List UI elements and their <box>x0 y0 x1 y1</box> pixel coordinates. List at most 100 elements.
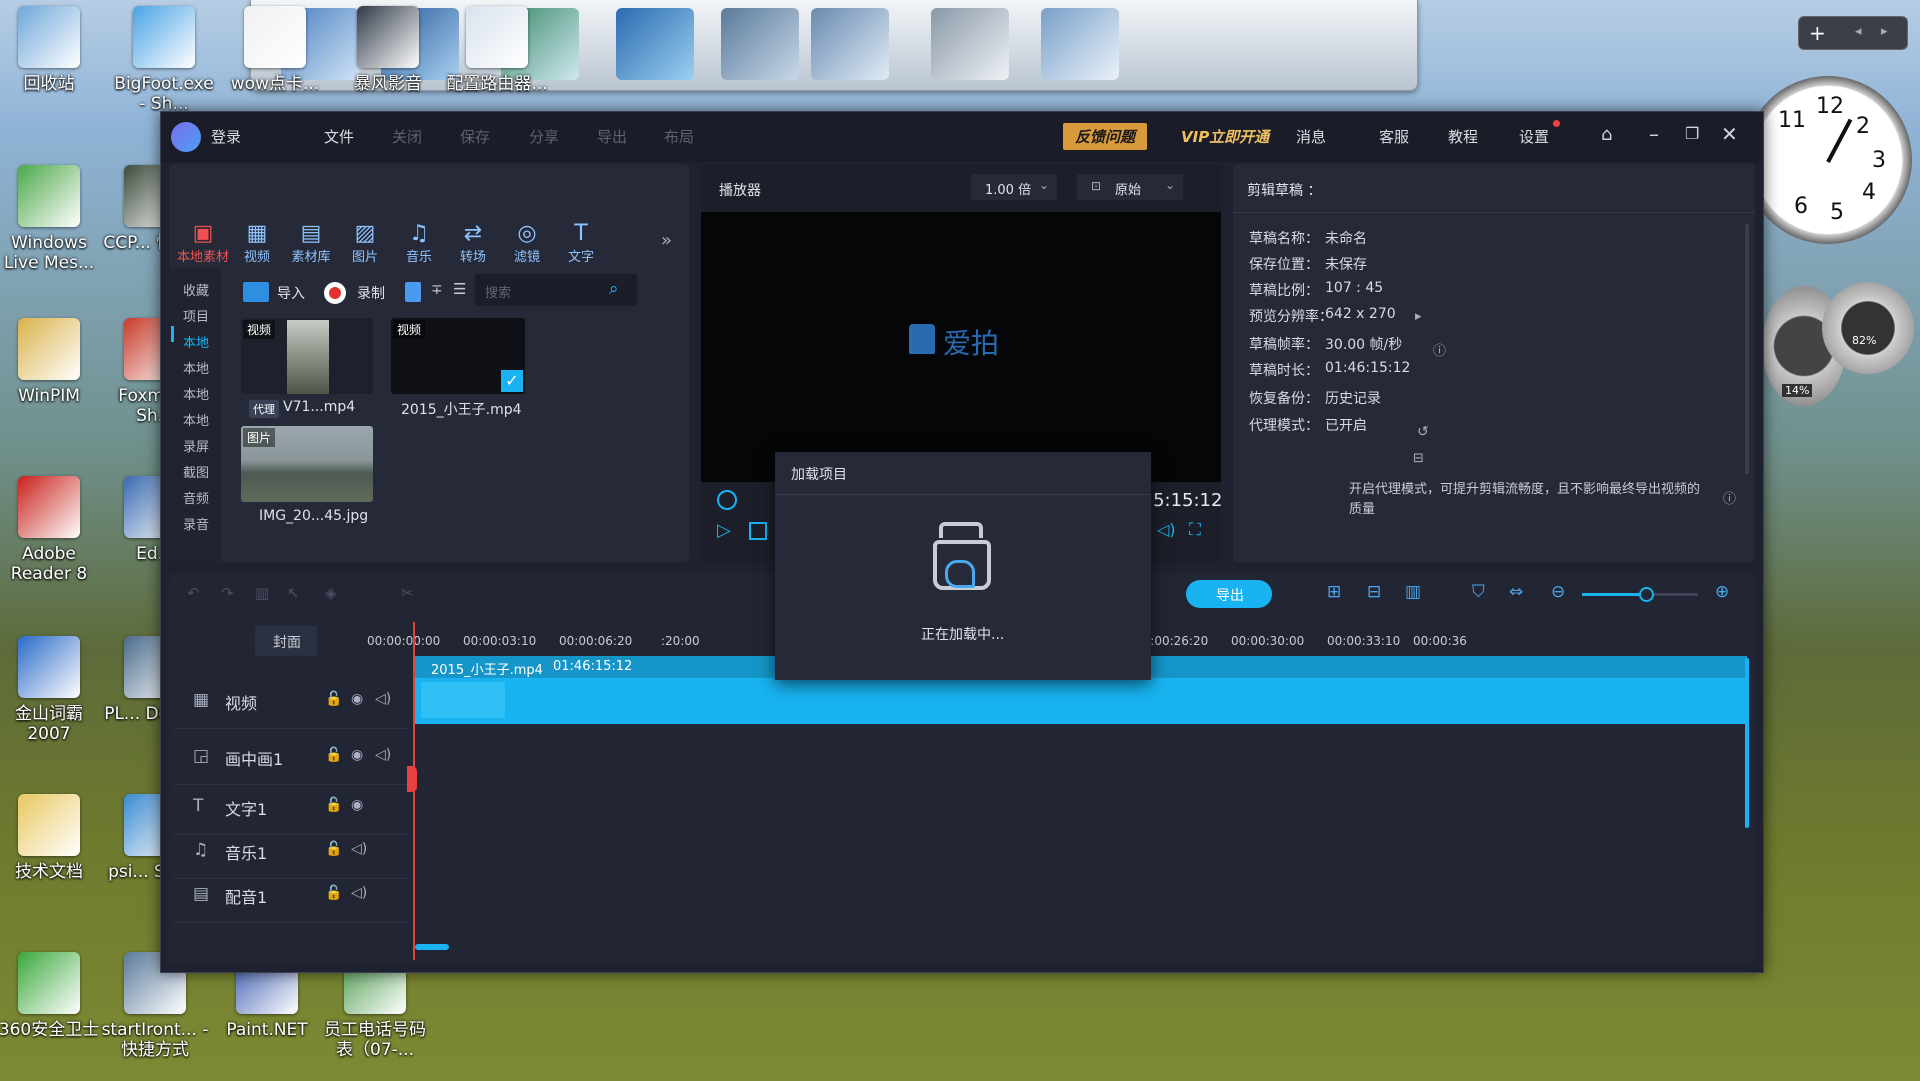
prev-gadget-icon[interactable]: ◂ <box>1855 24 1862 39</box>
desktop-shortcut[interactable]: WinPIM <box>0 318 104 406</box>
split-icon[interactable]: ✂ <box>401 584 414 602</box>
desktop-shortcut[interactable]: wow点卡... <box>220 6 330 94</box>
select-icon[interactable]: ↖ <box>287 584 300 602</box>
lock-icon[interactable]: 🔓 <box>325 841 342 857</box>
horizontal-scrollbar[interactable] <box>415 944 449 950</box>
marker-icon[interactable]: ◈ <box>325 584 337 602</box>
lock-icon[interactable]: 🔓 <box>325 797 342 813</box>
lock-icon[interactable]: 🔓 <box>325 691 342 707</box>
menu-close[interactable]: 关闭 <box>392 126 422 147</box>
desktop-shortcut[interactable]: 回收站 <box>0 6 104 94</box>
help-icon[interactable]: ⓘ <box>1723 488 1736 507</box>
desktop-shortcut[interactable]: 暴风影音 <box>333 6 443 94</box>
sort-icon[interactable]: ∓ <box>431 282 443 298</box>
tutorial-link[interactable]: 教程 <box>1448 126 1478 147</box>
proxy-settings-icon[interactable]: ⊟ <box>1413 451 1424 466</box>
add-gadget-icon[interactable]: + <box>1809 21 1826 45</box>
home-icon[interactable]: ⌂ <box>1601 124 1612 145</box>
sidebar-item[interactable]: 项目 <box>183 306 209 325</box>
sidebar-item[interactable]: 截图 <box>183 462 209 481</box>
restore-icon[interactable]: ❐ <box>1685 124 1699 143</box>
doc-view-icon[interactable] <box>405 282 421 302</box>
search-icon[interactable]: ⌕ <box>609 279 619 299</box>
speaker-icon[interactable]: ◁) <box>351 885 367 901</box>
menu-share[interactable]: 分享 <box>529 126 559 147</box>
filter-list-icon[interactable]: ☰ <box>453 280 466 298</box>
speaker-icon[interactable]: ◁) <box>351 841 367 857</box>
close-icon[interactable]: ✕ <box>1721 122 1738 146</box>
sidebar-item[interactable]: 本地 <box>183 384 209 403</box>
dock-control-panel-icon[interactable] <box>811 8 889 80</box>
record-icon[interactable] <box>324 282 346 304</box>
eye-icon[interactable]: ◉ <box>351 747 363 763</box>
search-box[interactable]: 搜索 ⌕ <box>475 274 637 306</box>
search-input[interactable]: 搜索 <box>485 282 511 301</box>
media-thumb-xiaowangzi[interactable]: 视频 ✓ <box>391 318 525 394</box>
zoom-out-icon[interactable]: ⊖ <box>1551 582 1565 602</box>
import-button[interactable]: 导入 <box>277 283 305 303</box>
sidebar-item[interactable]: 本地 <box>183 410 209 429</box>
cover-button[interactable]: 封面 <box>255 626 317 656</box>
desktop-shortcut[interactable]: BigFoot.exe - Sh... <box>109 6 219 115</box>
aspect-select[interactable]: ⊡ 原始 ⌄ <box>1077 174 1183 200</box>
volume-icon[interactable]: ◁) <box>1157 520 1176 539</box>
playhead-handle[interactable] <box>407 766 417 792</box>
messages-link[interactable]: 消息 <box>1296 126 1326 147</box>
dock-recycle-bin-icon[interactable] <box>1041 8 1119 80</box>
tool-local-media[interactable]: ▣ 本地素材 <box>177 222 229 266</box>
dock-settings-icon[interactable] <box>931 8 1009 80</box>
tool-filter[interactable]: ◎ 滤镜 <box>501 222 553 266</box>
tool-music[interactable]: ♫ 音乐 <box>393 222 445 266</box>
eye-icon[interactable]: ◉ <box>351 691 363 707</box>
desktop-shortcut[interactable]: 配置路由器... <box>442 6 552 94</box>
support-link[interactable]: 客服 <box>1379 126 1409 147</box>
sidebar-item[interactable]: 录屏 <box>183 436 209 455</box>
tool-video[interactable]: ▦ 视频 <box>231 222 283 266</box>
delete-icon[interactable]: ▥ <box>255 584 269 602</box>
tool-image[interactable]: ▨ 图片 <box>339 222 391 266</box>
menu-file[interactable]: 文件 <box>324 126 354 147</box>
lock-icon[interactable]: 🔓 <box>325 747 342 763</box>
desktop-shortcut[interactable]: 金山词霸 2007 <box>0 636 104 745</box>
speed-select[interactable]: 1.00 倍 ⌄ <box>971 174 1057 200</box>
checkbox-checked-icon[interactable]: ✓ <box>501 370 523 392</box>
play-icon[interactable]: ▷ <box>717 520 731 541</box>
ratio-edit-icon[interactable]: ▸ <box>1415 309 1422 324</box>
sidebar-item[interactable]: 本地 <box>183 332 209 351</box>
avatar-icon[interactable] <box>171 122 201 152</box>
desktop-shortcut[interactable]: 360安全卫士 <box>0 952 104 1040</box>
desktop-shortcut[interactable]: 技术文档 <box>0 794 104 882</box>
import-icon[interactable] <box>243 282 269 302</box>
fit-icon[interactable]: ⊞ <box>1327 582 1341 602</box>
tool-library[interactable]: ▤ 素材库 <box>285 222 337 266</box>
speaker-icon[interactable]: ◁) <box>375 747 391 763</box>
scrollbar[interactable] <box>1745 224 1749 474</box>
speaker-icon[interactable]: ◁) <box>375 691 391 707</box>
lock-icon[interactable]: 🔓 <box>325 885 342 901</box>
export-button[interactable]: 导出 <box>1186 580 1272 608</box>
menu-export[interactable]: 导出 <box>597 126 627 147</box>
zoom-slider-knob[interactable] <box>1638 587 1654 602</box>
zoom-slider[interactable] <box>1582 587 1698 602</box>
more-tools-icon[interactable]: » <box>661 230 672 251</box>
record-button[interactable]: 录制 <box>357 283 385 303</box>
media-thumb-img[interactable]: 图片 <box>241 426 373 502</box>
feedback-button[interactable]: 反馈问题 <box>1063 123 1148 150</box>
video-clip[interactable] <box>415 678 1747 724</box>
next-gadget-icon[interactable]: ▸ <box>1881 24 1888 39</box>
login-link[interactable]: 登录 <box>211 126 241 147</box>
columns-icon[interactable]: ▥ <box>1405 582 1421 602</box>
history-icon[interactable]: ↺ <box>1417 424 1429 440</box>
minimize-icon[interactable]: – <box>1649 122 1659 146</box>
menu-layout[interactable]: 布局 <box>664 126 694 147</box>
stop-icon[interactable] <box>749 522 767 540</box>
tool-transition[interactable]: ⇄ 转场 <box>447 222 499 266</box>
sidebar-item[interactable]: 本地 <box>183 358 209 377</box>
expand-icon[interactable]: ⇔ <box>1509 582 1523 602</box>
menu-save[interactable]: 保存 <box>460 126 490 147</box>
tool-text[interactable]: T 文字 <box>555 222 607 266</box>
playhead-knob[interactable] <box>717 490 737 510</box>
redo-icon[interactable]: ↷ <box>221 584 234 602</box>
shield-icon[interactable]: ⛉ <box>1472 582 1485 602</box>
sidebar-item[interactable]: 收藏 <box>183 280 209 299</box>
